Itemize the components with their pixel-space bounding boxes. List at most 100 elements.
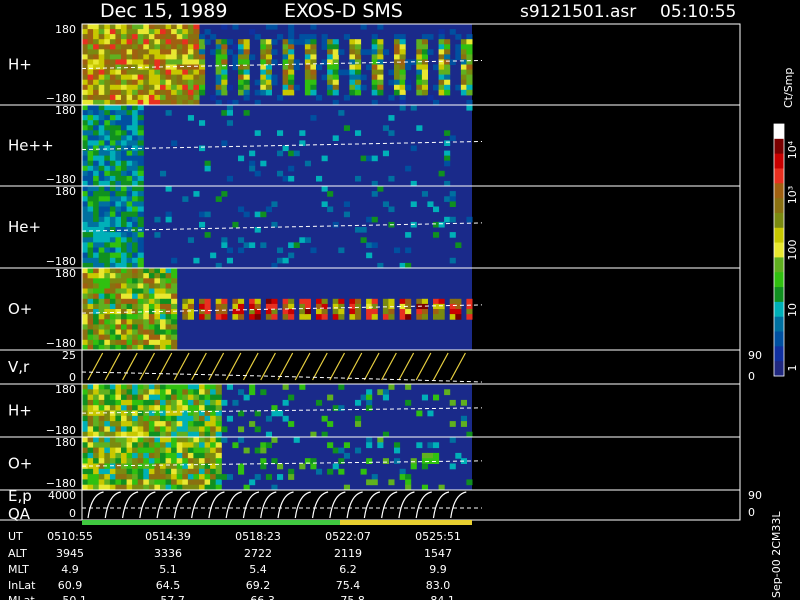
heatmap-cell <box>143 389 150 396</box>
heatmap-cell <box>126 216 133 223</box>
heatmap-cell <box>132 44 139 50</box>
heatmap-cell <box>109 79 116 86</box>
heatmap-cell <box>238 468 245 475</box>
heatmap-cell <box>433 64 440 71</box>
heatmap-cell <box>87 324 94 330</box>
heatmap-cell <box>316 298 323 305</box>
heatmap-cell <box>126 232 133 238</box>
heatmap-cell <box>466 44 473 50</box>
heatmap-cell <box>121 303 128 310</box>
heatmap-cell <box>154 29 161 35</box>
heatmap-cell <box>199 415 206 422</box>
heatmap-cell <box>126 24 133 30</box>
heatmap-cell <box>104 237 111 243</box>
heatmap-cell <box>82 242 89 248</box>
heatmap-cell <box>121 79 128 86</box>
heatmap-cell <box>148 59 155 65</box>
heatmap-cell <box>232 314 239 320</box>
heatmap-cell <box>171 399 178 406</box>
heatmap-cell <box>109 175 116 182</box>
heatmap-cell <box>137 452 144 459</box>
heatmap-cell <box>349 74 356 81</box>
heatmap-cell <box>93 415 100 422</box>
heatmap-cell <box>449 463 456 470</box>
heatmap-cell <box>154 278 161 284</box>
heatmap-cell <box>82 415 89 422</box>
heatmap-cell <box>93 384 100 390</box>
heatmap-cell <box>115 216 122 223</box>
colorbar-swatch <box>774 257 784 273</box>
heatmap-cell <box>109 452 116 459</box>
footer-row-label: MLat <box>8 594 35 600</box>
heatmap-cell <box>121 74 128 81</box>
heatmap-cell <box>143 421 150 427</box>
heatmap-cell <box>82 39 89 45</box>
heatmap-cell <box>126 29 133 35</box>
heatmap-cell <box>137 59 144 65</box>
heatmap-cell <box>160 59 167 65</box>
heatmap-cell <box>98 120 105 126</box>
heatmap-cell <box>154 69 161 76</box>
heatmap-cell <box>98 59 105 65</box>
heatmap-cell <box>193 89 200 96</box>
heatmap-cell <box>466 105 473 111</box>
heatmap-cell <box>371 69 378 76</box>
heatmap-cell <box>427 49 434 55</box>
heatmap-cell <box>377 49 384 55</box>
heatmap-cell <box>332 39 339 45</box>
heatmap-cell <box>126 130 133 136</box>
heatmap-cell <box>165 268 172 274</box>
heatmap-cell <box>93 468 100 475</box>
heatmap-cell <box>327 64 334 71</box>
heatmap-cell <box>148 426 155 433</box>
heatmap-cell <box>304 309 311 315</box>
heatmap-cell <box>82 324 89 330</box>
heatmap-cell <box>165 273 172 279</box>
heatmap-cell <box>460 399 467 406</box>
heatmap-cell <box>104 257 111 264</box>
heatmap-cell <box>316 314 323 320</box>
heatmap-cell <box>93 389 100 396</box>
heatmap-cell <box>210 405 217 411</box>
heatmap-cell <box>338 303 345 310</box>
heatmap-cell <box>288 24 295 30</box>
heatmap-cell <box>238 298 245 305</box>
heatmap-cell <box>137 105 144 111</box>
heatmap-cell <box>93 145 100 152</box>
heatmap-cell <box>343 211 350 218</box>
heatmap-cell <box>148 415 155 422</box>
heatmap-cell <box>338 309 345 315</box>
heatmap-cell <box>115 447 122 454</box>
heatmap-cell <box>115 165 122 172</box>
heatmap-cell <box>98 447 105 454</box>
heatmap-cell <box>449 201 456 207</box>
heatmap-cell <box>182 399 189 406</box>
heatmap-cell <box>104 303 111 310</box>
heatmap-cell <box>165 303 172 310</box>
heatmap-cell <box>444 79 451 86</box>
heatmap-cell <box>405 298 412 305</box>
heatmap-cell <box>93 191 100 197</box>
heatmap-cell <box>143 405 150 411</box>
heatmap-cell <box>98 293 105 300</box>
heatmap-cell <box>137 191 144 197</box>
heatmap-cell <box>438 29 445 35</box>
heatmap-cell <box>143 415 150 422</box>
heatmap-cell <box>449 399 456 406</box>
heatmap-cell <box>433 84 440 91</box>
heatmap-cell <box>221 44 228 50</box>
heatmap-cell <box>349 39 356 45</box>
heatmap-cell <box>126 94 133 101</box>
heatmap-cell <box>355 84 362 91</box>
heatmap-cell <box>371 64 378 71</box>
heatmap-cell <box>193 54 200 60</box>
heatmap-cell <box>277 474 284 480</box>
heatmap-cell <box>394 447 401 454</box>
heatmap-cell <box>221 437 228 443</box>
heatmap-cell <box>316 175 323 182</box>
heatmap-cell <box>121 426 128 433</box>
heatmap-cell <box>204 232 211 238</box>
heatmap-cell <box>321 201 328 207</box>
heatmap-cell <box>160 69 167 76</box>
heatmap-cell <box>371 49 378 55</box>
